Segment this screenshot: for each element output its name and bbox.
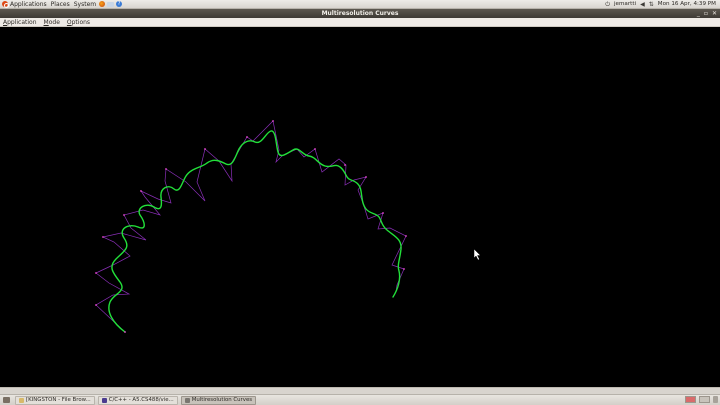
workspace-1[interactable] (685, 396, 696, 403)
control-vertex[interactable] (140, 190, 142, 192)
control-vertex[interactable] (272, 120, 274, 122)
applications-menu-label: Applications (10, 0, 47, 8)
taskbar-item-file-browser[interactable]: [KINGSTON - File Brow... (15, 395, 95, 405)
maximize-button[interactable]: ▫ (704, 9, 708, 18)
app-menubar: Application Mode Options (0, 18, 720, 27)
firefox-icon[interactable] (99, 1, 106, 7)
close-button[interactable]: ✕ (712, 9, 717, 18)
system-menu-label: System (73, 0, 97, 8)
curve-drawing (95, 120, 482, 333)
menu-mode[interactable]: Mode (44, 18, 60, 27)
control-vertex[interactable] (403, 268, 405, 270)
volume-icon[interactable]: ◀ (640, 0, 645, 9)
eclipse-icon (101, 397, 107, 403)
applications-menu[interactable]: Applications (0, 0, 49, 9)
taskbar-item-label: C/C++ - A5.CS488/vie... (108, 396, 174, 403)
window-icon (184, 397, 190, 403)
control-vertex[interactable] (95, 304, 97, 306)
minimize-button[interactable]: _ (697, 9, 700, 18)
power-icon[interactable]: ⏻ (605, 0, 610, 9)
trash-icon[interactable] (713, 396, 718, 403)
control-vertex[interactable] (95, 272, 97, 274)
ubuntu-logo-icon (2, 1, 9, 8)
system-menu[interactable]: System (72, 0, 98, 9)
control-vertex[interactable] (365, 176, 367, 178)
control-vertex[interactable] (204, 148, 206, 150)
user-name[interactable]: jemartti (614, 0, 636, 9)
window-controls: _ ▫ ✕ (697, 9, 717, 18)
control-vertex[interactable] (405, 235, 407, 237)
control-vertex[interactable] (246, 136, 248, 138)
bottom-taskbar: [KINGSTON - File Brow... C/C++ - A5.CS48… (0, 394, 720, 405)
network-icon[interactable]: ⇅ (649, 0, 654, 9)
control-polygon (95, 120, 407, 333)
control-vertex[interactable] (165, 168, 167, 170)
folder-icon (19, 397, 24, 403)
show-desktop-icon[interactable] (3, 397, 10, 403)
menu-application[interactable]: Application (3, 18, 37, 27)
panel-right-area: ⏻ jemartti ◀ ⇅ Mon 16 Apr, 4:39 PM (605, 0, 716, 9)
places-menu[interactable]: Places (49, 0, 72, 9)
top-panel: Applications Places System ? ⏻ jemartti … (0, 0, 720, 9)
mail-icon[interactable] (107, 1, 115, 7)
window-bottom-border (0, 387, 720, 394)
taskbar-item-eclipse[interactable]: C/C++ - A5.CS488/vie... (97, 395, 178, 405)
mouse-pointer-icon (473, 248, 482, 261)
workspace-2[interactable] (699, 396, 710, 403)
control-vertex[interactable] (123, 214, 125, 216)
window-title-bar[interactable]: Multiresolution Curves _ ▫ ✕ (0, 9, 720, 18)
control-vertex-markers (95, 120, 407, 333)
taskbar-item-label: Multiresolution Curves (191, 396, 253, 403)
workspace-switcher (685, 396, 718, 403)
control-vertex[interactable] (344, 164, 346, 166)
window-title: Multiresolution Curves (321, 10, 399, 17)
control-vertex[interactable] (124, 331, 126, 333)
places-menu-label: Places (50, 0, 70, 8)
control-vertex[interactable] (314, 148, 316, 150)
help-icon[interactable]: ? (116, 1, 123, 7)
taskbar-item-multiresolution-curves[interactable]: Multiresolution Curves (180, 395, 257, 405)
drawing-canvas[interactable] (0, 27, 720, 387)
subdivision-curve (108, 130, 402, 333)
control-vertex[interactable] (382, 212, 384, 214)
clock[interactable]: Mon 16 Apr, 4:39 PM (658, 0, 716, 9)
menu-options[interactable]: Options (67, 18, 90, 27)
control-vertex[interactable] (102, 236, 104, 238)
taskbar-item-label: [KINGSTON - File Brow... (26, 396, 91, 403)
